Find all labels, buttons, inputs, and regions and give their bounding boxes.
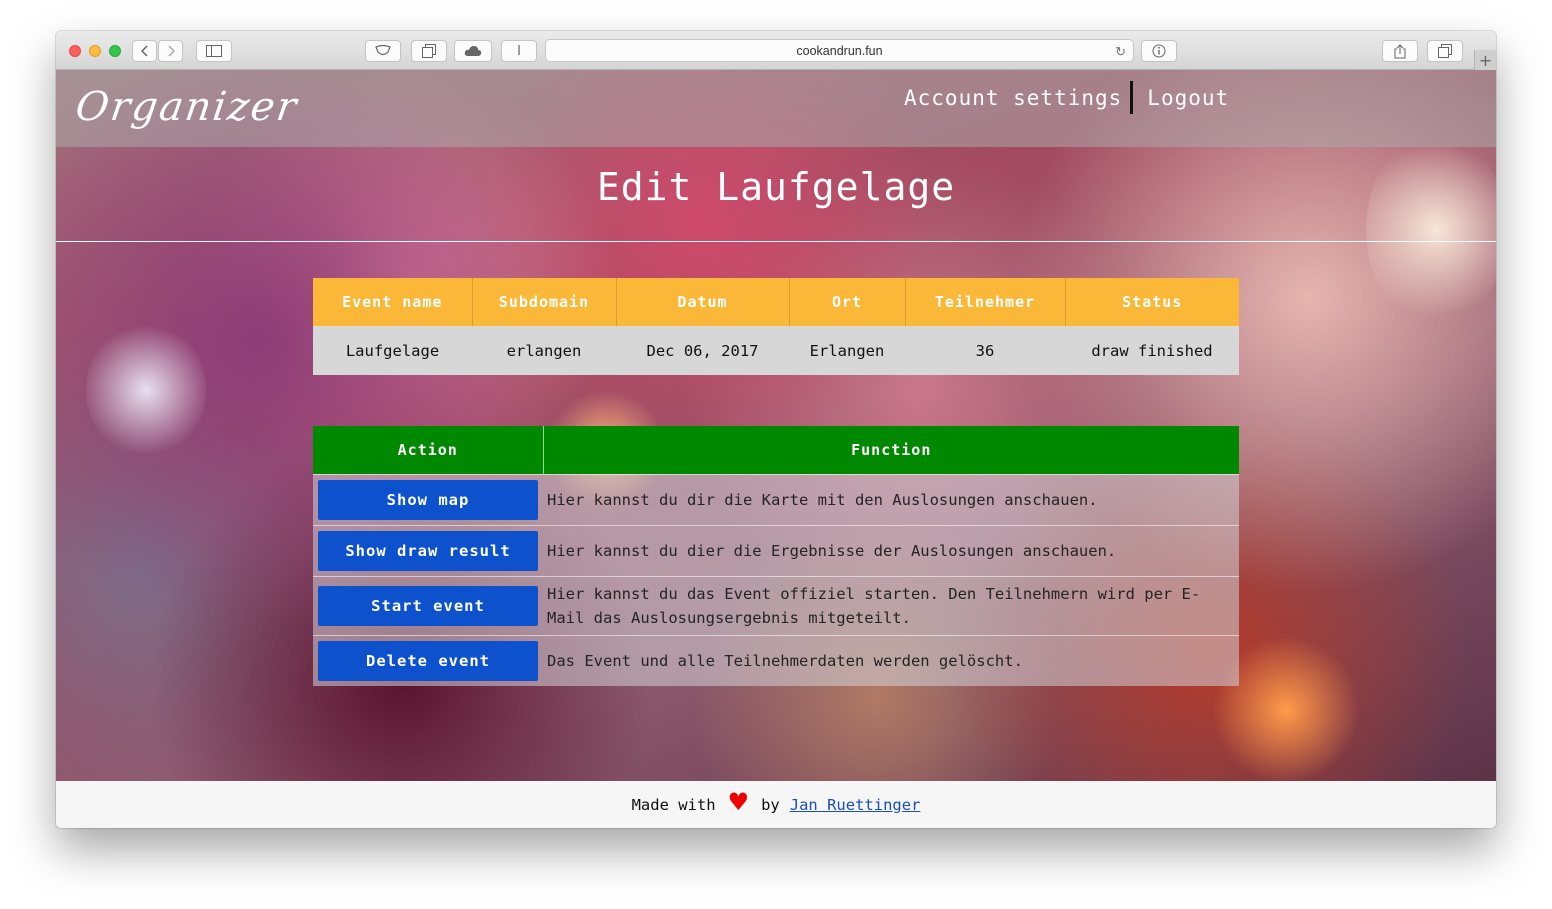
back-button[interactable]	[132, 40, 157, 62]
url-text: cookandrun.fun	[796, 43, 883, 58]
footer: Made with ♥ by Jan Ruettinger	[56, 781, 1496, 828]
action-cell: Show map	[313, 473, 543, 525]
plus-icon: +	[1478, 50, 1493, 70]
table-header-row: Event name Subdomain Datum Ort Teilnehme…	[313, 278, 1239, 326]
info-icon	[1152, 44, 1166, 58]
table-row: Show map Hier kannst du dir die Karte mi…	[313, 473, 1239, 525]
share-icon	[1394, 43, 1406, 58]
author-link[interactable]: Jan Ruettinger	[790, 796, 921, 814]
account-settings-link[interactable]: Account settings	[904, 86, 1122, 110]
column-header-ort: Ort	[789, 278, 906, 326]
address-bar[interactable]: cookandrun.fun ↻	[545, 39, 1134, 62]
ort-cell: Erlangen	[789, 326, 905, 375]
column-header-datum: Datum	[616, 278, 790, 326]
table-row: Show draw result Hier kannst du dier die…	[313, 524, 1239, 576]
logout-link[interactable]: Logout	[1147, 86, 1229, 110]
background-decoration	[86, 320, 206, 460]
close-window-button[interactable]	[69, 45, 81, 57]
action-cell: Delete event	[313, 634, 543, 686]
footer-prefix: Made with	[631, 795, 716, 814]
tabs-overview-button[interactable]	[411, 40, 447, 62]
column-header-event-name: Event name	[313, 278, 473, 326]
background-decoration	[1366, 130, 1496, 330]
start-event-button[interactable]: Start event	[318, 585, 538, 626]
page-content: Organizer Account settings Logout Edit L…	[56, 70, 1496, 781]
title-divider	[56, 241, 1496, 242]
page-title: Edit Laufgelage	[596, 165, 956, 209]
info-button[interactable]	[1141, 40, 1177, 62]
event-name-cell: Laufgelage	[313, 326, 472, 375]
column-header-subdomain: Subdomain	[472, 278, 617, 326]
action-cell: Show draw result	[313, 524, 543, 576]
tabs-icon	[1438, 44, 1452, 58]
browser-window: I cookandrun.fun ↻ + Organizer Account s…	[56, 31, 1496, 828]
text-cursor-icon: I	[517, 43, 521, 59]
function-description: Das Event und alle Teilnehmerdaten werde…	[543, 634, 1239, 686]
table-row: Delete event Das Event und alle Teilnehm…	[313, 634, 1239, 686]
action-cell: Start event	[313, 575, 543, 635]
function-description: Hier kannst du dir die Karte mit den Aus…	[543, 473, 1239, 525]
delete-event-button[interactable]: Delete event	[318, 640, 538, 681]
cloud-icon	[464, 46, 482, 56]
show-all-tabs-button[interactable]	[1427, 40, 1463, 62]
navbar: Organizer Account settings Logout	[56, 70, 1496, 147]
cloud-button[interactable]	[454, 40, 492, 62]
event-info-table: Event name Subdomain Datum Ort Teilnehme…	[313, 278, 1239, 375]
teilnehmer-cell: 36	[905, 326, 1065, 375]
shield-button[interactable]	[365, 40, 401, 62]
heart-icon: ♥	[727, 787, 750, 816]
reload-icon[interactable]: ↻	[1115, 44, 1126, 60]
show-draw-result-button[interactable]: Show draw result	[318, 530, 538, 571]
forward-button[interactable]	[158, 40, 183, 62]
function-description: Hier kannst du dier die Ergebnisse der A…	[543, 524, 1239, 576]
actions-table: Action Function Show map Hier kannst du …	[313, 426, 1239, 686]
text-cursor-button[interactable]: I	[501, 40, 537, 62]
sidebar-button[interactable]	[196, 40, 232, 62]
table-row: Laufgelage erlangen Dec 06, 2017 Erlange…	[313, 326, 1239, 375]
datum-cell: Dec 06, 2017	[616, 326, 789, 375]
column-header-function: Function	[543, 426, 1239, 474]
status-cell: draw finished	[1065, 326, 1239, 375]
tabs-icon	[422, 44, 436, 58]
sidebar-icon	[206, 45, 222, 57]
column-header-teilnehmer: Teilnehmer	[905, 278, 1066, 326]
footer-by: by	[761, 795, 780, 814]
function-description: Hier kannst du das Event offiziel starte…	[543, 575, 1239, 635]
show-map-button[interactable]: Show map	[318, 479, 538, 520]
minimize-window-button[interactable]	[89, 45, 101, 57]
subdomain-cell: erlangen	[472, 326, 616, 375]
shield-icon	[375, 45, 391, 56]
column-header-action: Action	[313, 426, 544, 474]
share-button[interactable]	[1382, 40, 1418, 62]
nav-divider	[1130, 81, 1134, 114]
new-tab-button[interactable]: +	[1474, 50, 1496, 70]
zoom-window-button[interactable]	[109, 45, 121, 57]
browser-toolbar: I cookandrun.fun ↻ +	[56, 31, 1496, 70]
table-header-row: Action Function	[313, 426, 1239, 474]
chevron-right-icon	[167, 45, 175, 57]
column-header-status: Status	[1065, 278, 1239, 326]
table-row: Start event Hier kannst du das Event off…	[313, 575, 1239, 635]
brand-logo[interactable]: Organizer	[73, 84, 301, 130]
chevron-left-icon	[140, 45, 148, 57]
nav-links: Account settings Logout	[904, 81, 1229, 114]
